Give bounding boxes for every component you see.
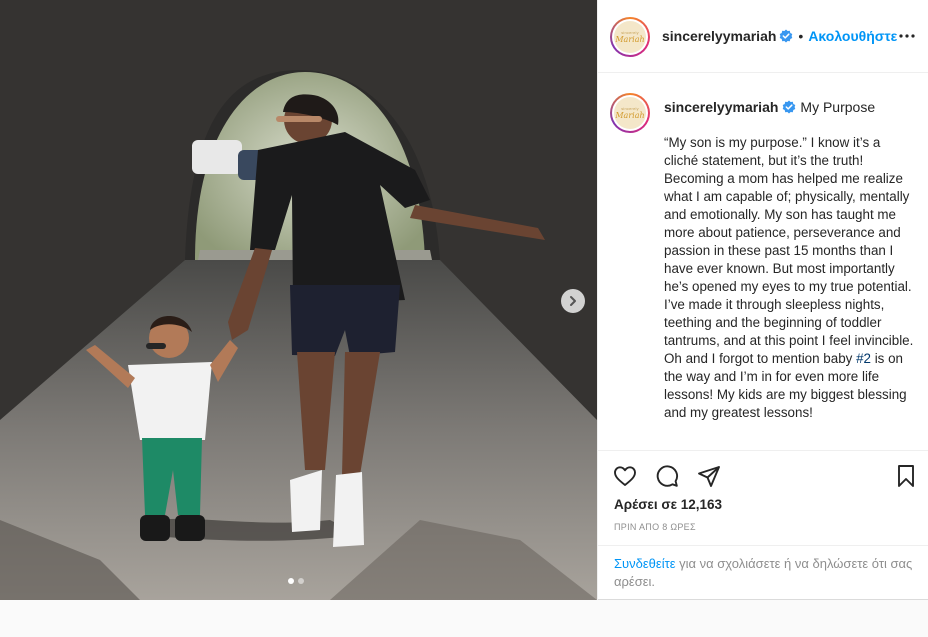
caption-username[interactable]: sincerelyymariah [664, 99, 778, 115]
likes-count[interactable]: Αρέσει σε 12,163 [614, 497, 722, 512]
header-username[interactable]: sincerelyymariah [662, 28, 776, 44]
post-sidebar: sincerely Mariah sincerelyymariah • Ακολ… [597, 0, 928, 600]
action-bar: Αρέσει σε 12,163 ΠΡΙΝ ΑΠΟ 8 ΩΡΕΣ [598, 450, 928, 532]
caption-area: sincerely Mariah sincerelyymariah My Pur… [598, 74, 928, 450]
caption-title: My Purpose [800, 99, 876, 115]
header-user-row: sincerelyymariah • Ακολουθήστε [662, 28, 897, 44]
heart-icon [614, 466, 636, 486]
carousel-dot-active [288, 578, 294, 584]
caption-avatar[interactable]: sincerely Mariah [610, 93, 650, 133]
more-options-button[interactable] [898, 27, 916, 50]
post-timestamp[interactable]: ΠΡΙΝ ΑΠΟ 8 ΩΡΕΣ [614, 522, 696, 532]
avatar-text-bottom: Mariah [615, 111, 645, 120]
next-photo-button[interactable] [561, 289, 585, 313]
login-prompt: Συνδεθείτε για να σχολιάσετε ή να δηλώσε… [598, 545, 928, 600]
post-header: sincerely Mariah sincerelyymariah • Ακολ… [598, 0, 928, 73]
action-icons [612, 463, 722, 489]
carousel-dot [298, 578, 304, 584]
hashtag-link[interactable]: #2 [856, 351, 871, 366]
verified-icon [780, 29, 793, 43]
verified-icon [783, 100, 796, 114]
profile-avatar[interactable]: sincerely Mariah [610, 17, 650, 57]
caption-body-start: “My son is my purpose.” I know it’s a cl… [664, 135, 914, 366]
save-button[interactable] [893, 463, 919, 489]
post-container: sincerely Mariah sincerelyymariah • Ακολ… [0, 0, 928, 600]
comment-icon [656, 465, 679, 487]
caption-header: sincerelyymariah My Purpose [664, 99, 875, 115]
bookmark-icon [898, 465, 914, 487]
share-button[interactable] [696, 463, 722, 489]
post-photo[interactable] [0, 0, 597, 600]
avatar-text-bottom: Mariah [615, 35, 645, 44]
more-icon [899, 34, 915, 38]
comment-button[interactable] [654, 463, 680, 489]
caption-text: “My son is my purpose.” I know it’s a cl… [664, 134, 914, 422]
photo-illustration [0, 0, 597, 600]
login-link[interactable]: Συνδεθείτε [614, 556, 676, 571]
header-separator: • [798, 28, 804, 44]
follow-button[interactable]: Ακολουθήστε [808, 28, 897, 44]
chevron-right-icon [570, 296, 576, 306]
like-button[interactable] [612, 463, 638, 489]
share-icon [698, 466, 720, 487]
carousel-indicator [288, 578, 304, 584]
